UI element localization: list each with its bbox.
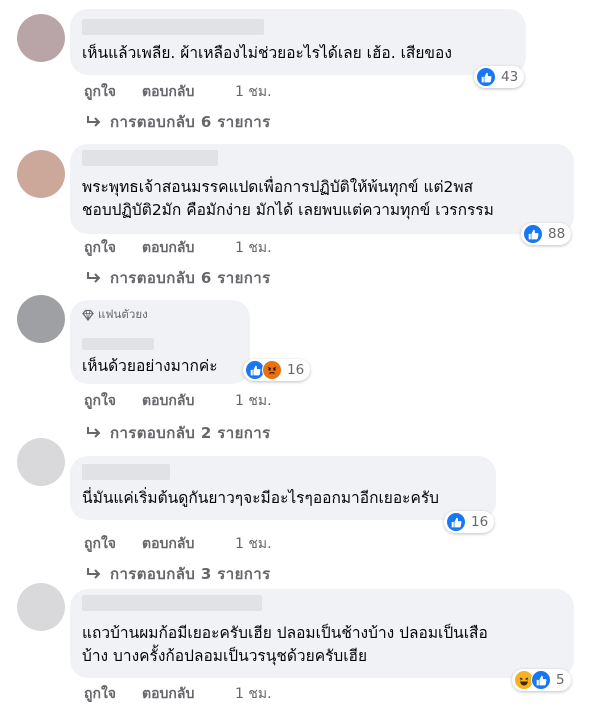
timestamp[interactable]: 1 ชม. (235, 81, 272, 103)
commenter-name-redacted[interactable] (82, 338, 154, 350)
comment-bubble: แฟนตัวยง เห็นด้วยอย่างมากค่ะ (70, 300, 250, 384)
like-button[interactable]: ถูกใจ (84, 533, 142, 555)
like-icon (531, 670, 551, 690)
reply-button[interactable]: ตอบกลับ (142, 683, 235, 705)
view-replies-link[interactable]: การตอบกลับ 6 รายการ (86, 110, 271, 134)
commenter-name-redacted[interactable] (82, 595, 262, 611)
timestamp[interactable]: 1 ชม. (235, 390, 272, 412)
avatar[interactable] (17, 14, 65, 62)
view-replies-link[interactable]: การตอบกลับ 2 รายการ (86, 421, 271, 445)
avatar[interactable] (17, 150, 65, 198)
comment-text-line: นี่มันแค่เริ่มต้นดูกันยาวๆจะมีอะไรๆออกมา… (82, 489, 439, 507)
comment-text: พระพุทธเจ้าสอนมรรคแปดเพื่อการปฏิบัติให้พ… (82, 176, 494, 222)
diamond-icon (82, 309, 94, 321)
like-icon (446, 512, 466, 532)
like-button[interactable]: ถูกใจ (84, 237, 142, 259)
comment-bubble: นี่มันแค่เริ่มต้นดูกันยาวๆจะมีอะไรๆออกมา… (70, 456, 496, 520)
badge-label: แฟนตัวยง (98, 307, 148, 321)
reaction-count: 5 (556, 672, 565, 688)
angry-icon (262, 360, 282, 380)
commenter-name-redacted[interactable] (82, 150, 218, 166)
reaction-count: 88 (548, 226, 566, 242)
comment-bubble: เห็นแล้วเพลีย. ผ้าเหลืองไม่ช่วยอะไรได้เล… (70, 9, 526, 75)
reaction-summary[interactable]: 5 (512, 669, 571, 691)
replies-count-label[interactable]: การตอบกลับ 6 รายการ (110, 266, 271, 290)
comment-text-line: เห็นด้วยอย่างมากค่ะ (82, 357, 218, 375)
reaction-count: 43 (501, 69, 519, 85)
comment-actions: ถูกใจ ตอบกลับ 1 ชม. (84, 237, 272, 259)
reaction-summary[interactable]: 88 (521, 223, 572, 245)
comment-text-line: แถวบ้านผมก้อมีเยอะครับเฮีย ปลอมเป็นช้างบ… (82, 624, 488, 642)
like-button[interactable]: ถูกใจ (84, 390, 142, 412)
view-replies-link[interactable]: การตอบกลับ 6 รายการ (86, 266, 271, 290)
comment-actions: ถูกใจ ตอบกลับ 1 ชม. (84, 533, 272, 555)
reply-button[interactable]: ตอบกลับ (142, 533, 235, 555)
timestamp[interactable]: 1 ชม. (235, 237, 272, 259)
reply-arrow-icon (87, 427, 101, 438)
like-button[interactable]: ถูกใจ (84, 683, 142, 705)
comment-text: เห็นแล้วเพลีย. ผ้าเหลืองไม่ช่วยอะไรได้เล… (82, 42, 452, 65)
comment-bubble: แถวบ้านผมก้อมีเยอะครับเฮีย ปลอมเป็นช้างบ… (70, 589, 574, 678)
like-icon (476, 67, 496, 87)
replies-count-label[interactable]: การตอบกลับ 6 รายการ (110, 110, 271, 134)
reaction-count: 16 (287, 362, 305, 378)
top-fan-badge: แฟนตัวยง (82, 306, 148, 324)
avatar[interactable] (17, 438, 65, 486)
timestamp[interactable]: 1 ชม. (235, 683, 272, 705)
commenter-name-redacted[interactable] (82, 464, 170, 480)
reply-button[interactable]: ตอบกลับ (142, 237, 235, 259)
like-icon (523, 224, 543, 244)
reaction-summary[interactable]: 16 (243, 359, 311, 381)
reaction-summary[interactable]: 16 (444, 511, 495, 533)
replies-count-label[interactable]: การตอบกลับ 2 รายการ (110, 421, 271, 445)
like-button[interactable]: ถูกใจ (84, 81, 142, 103)
reply-arrow-icon (87, 272, 101, 283)
reaction-summary[interactable]: 43 (474, 66, 525, 88)
replies-count-label[interactable]: การตอบกลับ 3 รายการ (110, 562, 271, 586)
comment-bubble: พระพุทธเจ้าสอนมรรคแปดเพื่อการปฏิบัติให้พ… (70, 144, 574, 234)
commenter-name-redacted[interactable] (82, 19, 264, 35)
reply-arrow-icon (87, 116, 101, 127)
avatar[interactable] (17, 295, 65, 343)
comment-text: นี่มันแค่เริ่มต้นดูกันยาวๆจะมีอะไรๆออกมา… (82, 487, 439, 510)
view-replies-link[interactable]: การตอบกลับ 3 รายการ (86, 562, 271, 586)
comment-actions: ถูกใจ ตอบกลับ 1 ชม. (84, 683, 272, 705)
reaction-count: 16 (471, 514, 489, 530)
timestamp[interactable]: 1 ชม. (235, 533, 272, 555)
comment-text-line: ชอบปฏิบัติ2มัก คือมักง่าย มักได้ เลยพบแต… (82, 201, 494, 219)
comment-text: แถวบ้านผมก้อมีเยอะครับเฮีย ปลอมเป็นช้างบ… (82, 622, 488, 668)
comment-text: เห็นด้วยอย่างมากค่ะ (82, 355, 218, 378)
reply-arrow-icon (87, 568, 101, 579)
comment-text-line: พระพุทธเจ้าสอนมรรคแปดเพื่อการปฏิบัติให้พ… (82, 178, 474, 196)
comment-text-line: บ้าง บางครั้งก้อปลอมเป็นวรนุชด้วยครับเฮี… (82, 647, 368, 665)
reply-button[interactable]: ตอบกลับ (142, 390, 235, 412)
reply-button[interactable]: ตอบกลับ (142, 81, 235, 103)
comment-actions: ถูกใจ ตอบกลับ 1 ชม. (84, 390, 272, 412)
comment-actions: ถูกใจ ตอบกลับ 1 ชม. (84, 81, 272, 103)
avatar[interactable] (17, 583, 65, 631)
comment-text-line: เห็นแล้วเพลีย. ผ้าเหลืองไม่ช่วยอะไรได้เล… (82, 44, 452, 62)
